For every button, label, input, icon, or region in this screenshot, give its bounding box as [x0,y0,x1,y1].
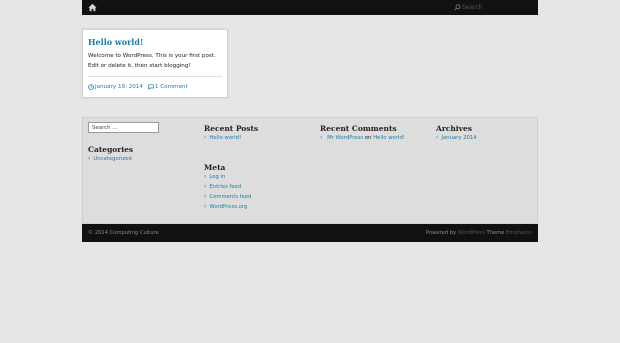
clock-icon [88,84,94,90]
recent-posts-list: Hello world! [204,133,241,143]
meta-entries-feed-link[interactable]: Entries feed [209,184,241,190]
top-search-form [452,2,536,13]
top-search-input[interactable] [462,3,534,12]
theme-credit-link[interactable]: Emphaino [506,230,532,236]
comment-author-link[interactable]: Mr WordPress [327,135,363,141]
post-title-link[interactable]: Hello world! [88,37,143,47]
copyright-text: © 2014 Computing Culture [88,230,159,236]
list-item: Uncategorized [88,154,131,164]
post-meta: January 19, 2014 1 Comment [88,84,188,90]
recent-comments-widget-title: Recent Comments [320,124,397,133]
meta-comments-feed-link[interactable]: Comments feed [209,194,251,200]
list-item: Comments feed [204,192,251,202]
meta-wordpress-org-link[interactable]: WordPress.org [209,204,247,210]
category-link[interactable]: Uncategorized [93,156,131,162]
meta-list: Log in Entries feed Comments feed WordPr… [204,172,252,212]
site-footer: © 2014 Computing Culture Powered by Word… [82,224,538,242]
list-item: Entries feed [204,182,252,192]
powered-by-text: Powered by [426,230,457,236]
wordpress-credit-link[interactable]: WordPress [458,230,485,236]
archives-widget-title: Archives [436,124,472,133]
archives-list: January 2014 [436,133,476,143]
comment-post-link[interactable]: Hello world! [373,135,405,141]
list-item: Hello world! [204,133,241,143]
recent-comments-list: Mr WordPress on Hello world! [320,133,405,143]
archive-link[interactable]: January 2014 [441,135,476,141]
post-excerpt: Welcome to WordPress. This is your first… [88,53,216,69]
comment-icon [148,84,154,90]
post-card: Hello world! Welcome to WordPress. This … [82,29,228,98]
footer-widgets-area: Categories Uncategorized Recent Posts He… [82,117,538,224]
widget-search-input[interactable] [88,122,159,133]
post-date-link[interactable]: January 19, 2014 [95,84,143,90]
meta-widget-title: Meta [204,163,226,172]
meta-login-link[interactable]: Log in [209,174,225,180]
comment-on-text: on [364,135,372,141]
list-item: January 2014 [436,133,476,143]
recent-post-link[interactable]: Hello world! [209,135,241,141]
post-divider [88,76,222,77]
list-item: Mr WordPress on Hello world! [320,133,405,143]
footer-credits: Powered by WordPress Theme Emphaino [426,230,532,236]
post-comments-link[interactable]: 1 Comment [155,84,188,90]
theme-label-text: Theme [486,230,505,236]
top-navigation-bar [82,0,538,15]
list-item: WordPress.org [204,202,252,212]
search-icon [454,4,461,11]
home-icon[interactable] [88,3,97,12]
recent-posts-widget-title: Recent Posts [204,124,259,133]
list-item: Log in [204,172,252,182]
categories-widget-title: Categories [88,145,134,154]
categories-list: Uncategorized [88,154,131,164]
